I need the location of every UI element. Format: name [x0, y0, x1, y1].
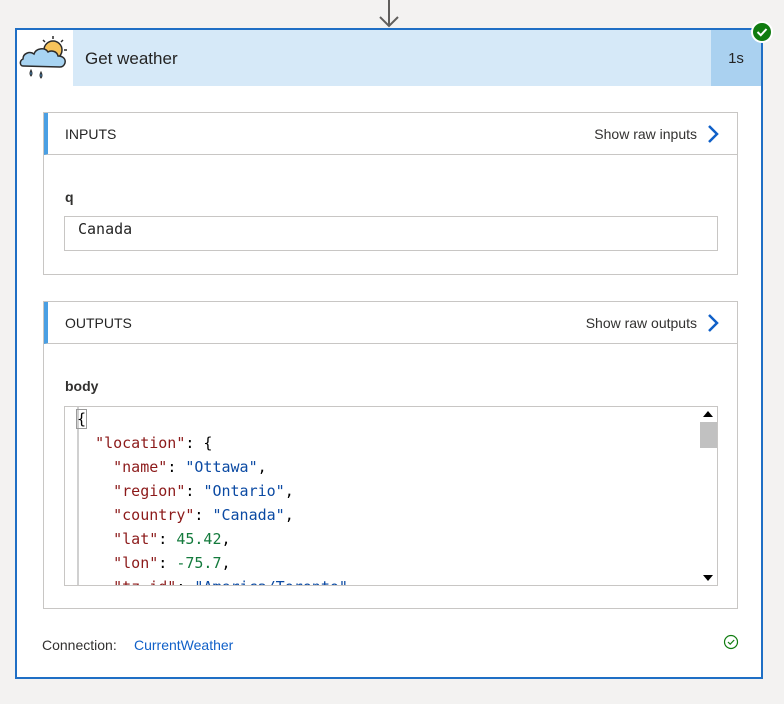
- param-q-value[interactable]: Canada: [64, 216, 718, 251]
- body-label: body: [65, 378, 99, 394]
- param-q-label: q: [65, 189, 74, 205]
- outputs-title: OUTPUTS: [65, 315, 132, 331]
- json-line: "name": "Ottawa",: [113, 458, 267, 476]
- show-raw-outputs-link[interactable]: Show raw outputs: [586, 302, 737, 344]
- show-raw-inputs-label: Show raw inputs: [594, 126, 697, 142]
- show-raw-inputs-link[interactable]: Show raw inputs: [594, 113, 737, 155]
- json-line: "tz_id": "America/Toronto",: [77, 578, 357, 585]
- json-line: "country": "Canada",: [113, 506, 294, 524]
- chevron-right-icon: [708, 314, 719, 332]
- connection-name-link[interactable]: CurrentWeather: [134, 637, 233, 653]
- connection-label: Connection:: [42, 637, 117, 653]
- outputs-header: OUTPUTS Show raw outputs: [44, 302, 737, 344]
- json-line: {: [75, 409, 88, 429]
- connector-arrow-icon: [379, 0, 399, 28]
- json-line: "location": {: [95, 434, 213, 452]
- show-raw-outputs-label: Show raw outputs: [585, 315, 697, 331]
- json-line: "lat": 45.42,: [113, 530, 231, 548]
- json-line: "lon": -75.7,: [113, 554, 231, 572]
- connection-ok-icon: [723, 634, 739, 650]
- card-header[interactable]: Get weather 1s: [17, 30, 761, 86]
- scroll-up-arrow-icon[interactable]: [699, 407, 717, 421]
- action-card-get-weather[interactable]: Get weather 1s INPUTS Show raw inputs q …: [15, 28, 763, 679]
- json-line: "region": "Ontario",: [113, 482, 294, 500]
- card-title: Get weather: [85, 49, 178, 68]
- weather-icon: [17, 30, 73, 86]
- json-code: { "location": { "name": "Ottawa", "regio…: [75, 407, 357, 585]
- body-json-viewer[interactable]: { "location": { "name": "Ottawa", "regio…: [64, 406, 718, 586]
- chevron-right-icon: [708, 125, 719, 143]
- scroll-down-arrow-icon[interactable]: [699, 571, 717, 585]
- scroll-thumb[interactable]: [700, 422, 717, 448]
- inputs-header: INPUTS Show raw inputs: [44, 113, 737, 155]
- inputs-title: INPUTS: [65, 126, 117, 142]
- outputs-section: OUTPUTS Show raw outputs body { "locatio…: [43, 301, 738, 609]
- success-check-icon: [751, 21, 773, 43]
- vertical-scrollbar[interactable]: [699, 407, 717, 585]
- inputs-section: INPUTS Show raw inputs q Canada: [43, 112, 738, 275]
